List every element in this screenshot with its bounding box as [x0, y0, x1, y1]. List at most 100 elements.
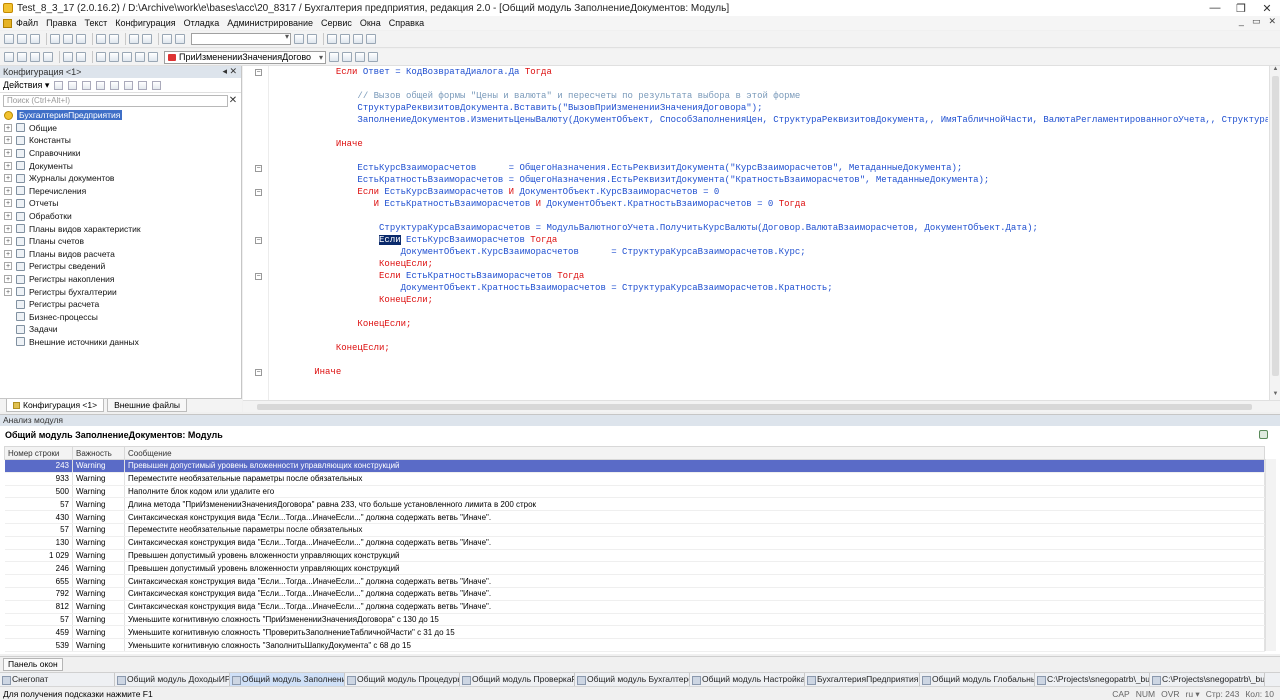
paste-icon[interactable] [76, 34, 86, 44]
tree-node[interactable]: Внешние источники данных [0, 336, 241, 349]
taskbar-window-button[interactable]: БухгалтерияПредприятия:... [805, 673, 920, 686]
code-line[interactable] [271, 330, 1268, 342]
menu-configuration[interactable]: Конфигурация [115, 18, 175, 28]
code-line[interactable]: Если ЕстьКурсВзаиморасчетов Тогда [271, 234, 1268, 246]
tree-node[interactable]: + Справочники [0, 147, 241, 160]
tree-node[interactable]: + Документы [0, 159, 241, 172]
tree-node[interactable]: + Планы видов расчета [0, 248, 241, 261]
expand-icon[interactable]: + [4, 123, 12, 132]
module-icon[interactable] [4, 52, 14, 62]
code-line[interactable] [271, 78, 1268, 90]
menu-service[interactable]: Сервис [321, 18, 352, 28]
menu-file[interactable]: Файл [16, 18, 38, 28]
code-line[interactable]: ЕстьКурсВзаиморасчетов = ОбщегоНазначени… [271, 162, 1268, 174]
find-prev-icon[interactable] [294, 34, 304, 44]
taskbar-window-button[interactable]: Общий модуль ПроверкаРа... [460, 673, 575, 686]
procedure-selector[interactable]: ПриИзмененииЗначенияДогово [164, 50, 327, 64]
system-menu-icon[interactable] [3, 18, 12, 28]
analysis-scrollbar[interactable] [1265, 459, 1276, 651]
move-down-icon[interactable] [124, 80, 134, 90]
find-next-icon[interactable] [175, 34, 185, 44]
replace-icon[interactable] [307, 34, 317, 44]
code-line[interactable]: // Вызов общей формы "Цены и валюта" и п… [271, 90, 1268, 102]
tree-node[interactable]: + Регистры накопления [0, 273, 241, 286]
actions-menu[interactable]: Действия ▾ [3, 80, 49, 91]
add-icon[interactable] [54, 80, 64, 90]
tree-node[interactable]: + Планы счетов [0, 235, 241, 248]
code-line[interactable] [271, 126, 1268, 138]
table-row[interactable]: 430 Warning Синтаксическая конструкция вид… [4, 510, 1265, 524]
scroll-down-icon[interactable]: ▼ [1270, 391, 1280, 400]
close-button[interactable]: ✕ [1254, 0, 1280, 16]
code-line[interactable]: ЕстьКратностьВзаиморасчетов = ОбщегоНазн… [271, 174, 1268, 186]
minimize-button[interactable]: — [1202, 0, 1228, 16]
bookmark-icon[interactable] [342, 52, 353, 62]
tree-node[interactable]: + Журналы документов [0, 172, 241, 185]
code-line[interactable] [271, 210, 1268, 222]
table-row[interactable]: 57 Warning Длина метода "ПриИзмененииЗначе… [4, 497, 1265, 512]
tree-node[interactable]: + Планы видов характеристик [0, 222, 241, 235]
code-area[interactable]: Если Ответ = КодВозвратаДиалога.Да Тогда… [271, 66, 1268, 400]
tree-node[interactable]: + Отчеты [0, 197, 241, 210]
syntax-assistant-icon[interactable] [327, 34, 337, 44]
expand-icon[interactable]: + [4, 237, 12, 246]
wrap-icon[interactable] [148, 52, 158, 62]
run-icon[interactable] [63, 52, 73, 62]
search-combo[interactable] [191, 32, 291, 45]
refresh-icon[interactable] [1259, 430, 1268, 439]
restore-button[interactable]: ❐ [1228, 0, 1254, 16]
scroll-thumb[interactable] [1272, 76, 1279, 376]
object-icon[interactable] [43, 52, 53, 62]
help-icon[interactable] [366, 34, 376, 44]
column-header-message[interactable]: Сообщение [124, 446, 1265, 460]
window-panel-button[interactable]: Панель окон [3, 658, 63, 671]
indent-icon[interactable] [96, 52, 106, 62]
tree-node[interactable]: + Регистры бухгалтерии [0, 285, 241, 298]
fold-marker[interactable]: − [255, 237, 262, 244]
tree-node[interactable]: БухгалтерияПредприятия [0, 109, 241, 122]
menu-debug[interactable]: Отладка [184, 18, 220, 28]
sort-icon[interactable] [138, 80, 148, 90]
taskbar-window-button[interactable]: C:\Projects\snegopatrb\_build... [1035, 673, 1150, 686]
fold-marker[interactable]: − [255, 165, 262, 172]
tree-node[interactable]: Регистры расчета [0, 298, 241, 311]
clear-search-icon[interactable]: ✕ [228, 95, 238, 106]
code-line[interactable]: ДокументОбъект.КратностьВзаиморасчетов =… [271, 282, 1268, 294]
open-icon[interactable] [17, 34, 27, 44]
code-line[interactable]: ДокументОбъект.КурсВзаиморасчетов = Стру… [271, 246, 1268, 258]
code-line[interactable] [271, 150, 1268, 162]
expand-icon[interactable]: + [4, 224, 12, 233]
expand-icon[interactable]: + [4, 212, 12, 221]
code-line[interactable]: КонецЕсли; [271, 318, 1268, 330]
table-row[interactable]: 933 Warning Переместите необязательные пар… [4, 472, 1265, 486]
redo-icon[interactable] [142, 34, 152, 44]
fold-marker[interactable]: − [255, 369, 262, 376]
code-line[interactable]: Если ЕстьКратностьВзаиморасчетов Тогда [271, 270, 1268, 282]
preview-icon[interactable] [109, 34, 119, 44]
code-line[interactable]: Иначе [271, 366, 1268, 378]
uncomment-icon[interactable] [135, 52, 145, 62]
delete-icon[interactable] [82, 80, 92, 90]
menu-text[interactable]: Текст [85, 18, 108, 28]
fold-marker[interactable]: − [255, 273, 262, 280]
breakpoint-icon[interactable] [329, 52, 340, 62]
language-indicator[interactable]: ru ▾ [1186, 687, 1200, 700]
edit-icon[interactable] [68, 80, 78, 90]
expand-icon[interactable]: + [4, 186, 12, 195]
table-row[interactable]: 130 Warning Синтаксическая конструкция вид… [4, 536, 1265, 550]
comment-icon[interactable] [122, 52, 132, 62]
tree-node[interactable]: + Константы [0, 134, 241, 147]
table-row[interactable]: 1 029 Warning Превышен допустимый уровень … [4, 549, 1265, 563]
dropdown-icon[interactable] [76, 52, 86, 62]
tree-node[interactable]: Бизнес-процессы [0, 311, 241, 324]
tree-node[interactable]: + Обработки [0, 210, 241, 223]
save-icon[interactable] [30, 34, 40, 44]
tab-external-files[interactable]: Внешние файлы [107, 399, 188, 412]
taskbar-window-button[interactable]: C:\Projects\snegopatrb\_build... [1150, 673, 1265, 686]
menu-edit[interactable]: Правка [46, 18, 76, 28]
expand-icon[interactable]: + [4, 287, 12, 296]
code-line[interactable]: КонецЕсли; [271, 258, 1268, 270]
expand-icon[interactable]: + [4, 174, 12, 183]
expand-icon[interactable]: + [4, 136, 12, 145]
copy-icon[interactable] [63, 34, 73, 44]
